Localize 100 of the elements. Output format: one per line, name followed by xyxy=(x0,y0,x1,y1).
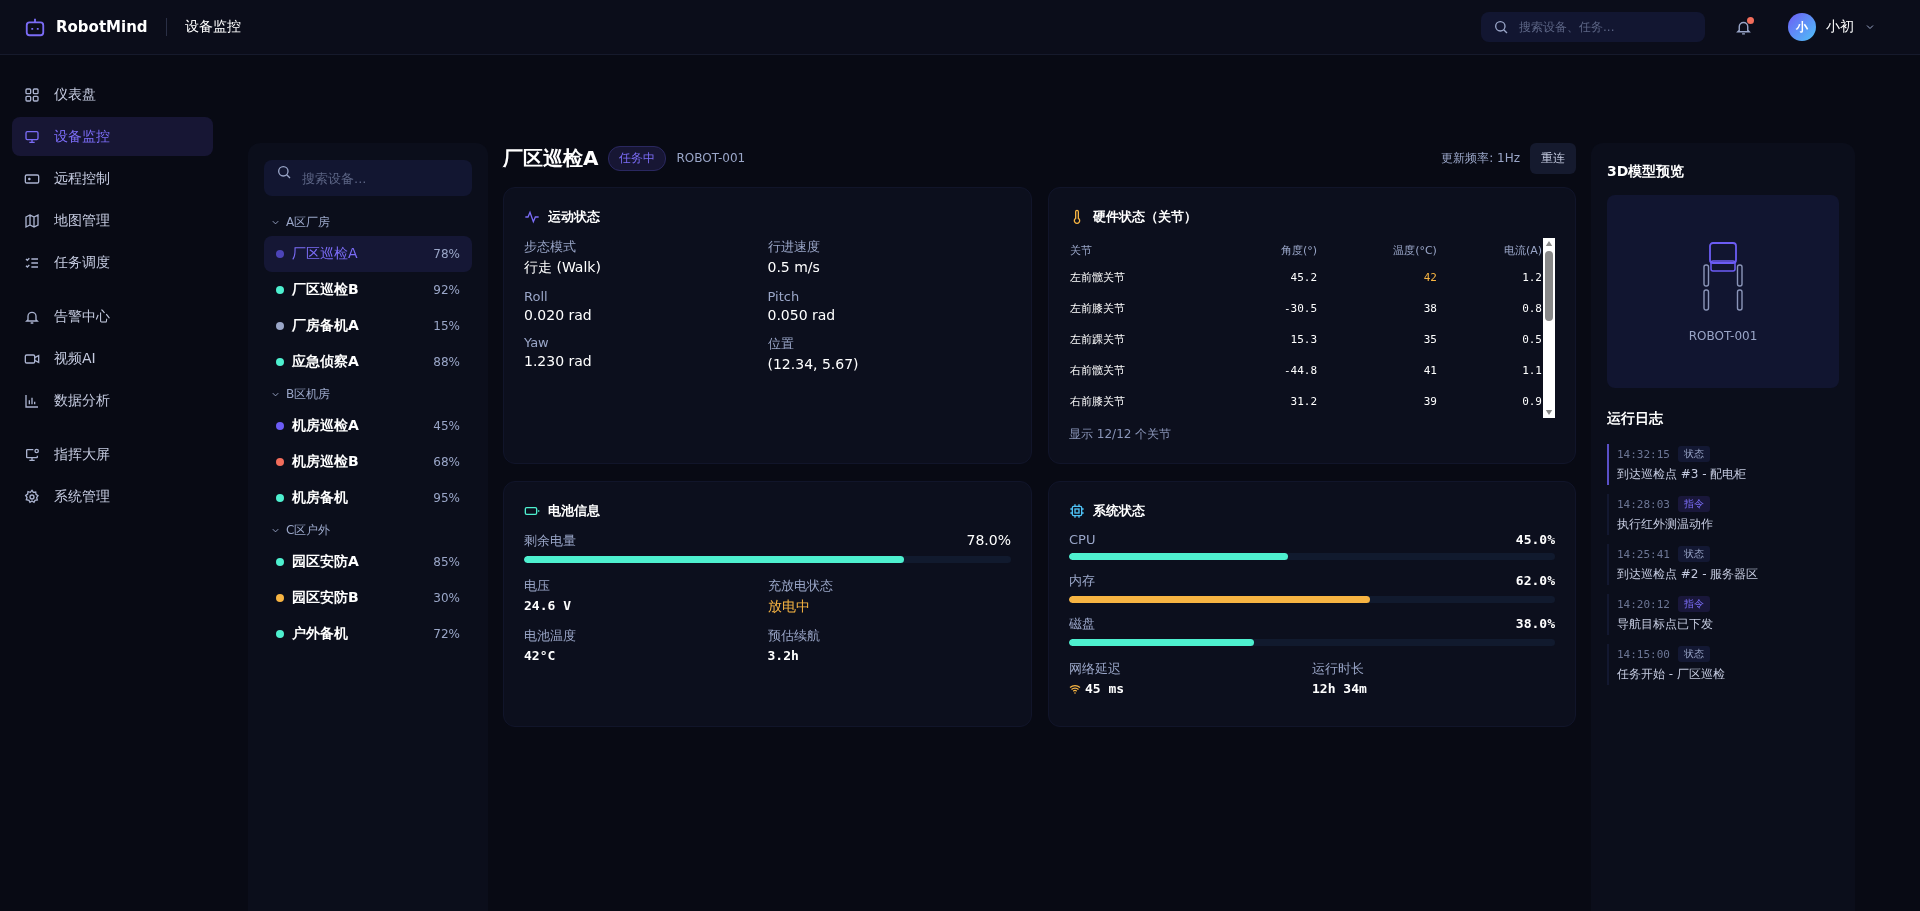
field-value: 3.2h xyxy=(767,648,800,663)
table-cell-text: 39 xyxy=(1422,394,1438,410)
device-name: 机房备机 xyxy=(292,489,349,507)
device-name: 园区安防B xyxy=(292,589,360,607)
scroll-down-icon[interactable] xyxy=(1545,409,1553,416)
device-item[interactable]: 机房巡检A 45% xyxy=(264,408,472,444)
nav-item[interactable]: 数据分析 xyxy=(12,381,213,420)
device-id: ROBOT-001 xyxy=(676,151,746,165)
meter-label: 剩余电量 xyxy=(524,532,576,550)
table-cell-text: 1.1 xyxy=(1521,363,1543,379)
card-title: 硬件状态（关节） xyxy=(1093,208,1197,226)
reconnect-button[interactable]: 重连 xyxy=(1530,142,1576,174)
battery-percent: 88% xyxy=(433,355,460,369)
log-text: 执行红外测温动作 xyxy=(1617,516,1714,533)
column-header: 角度(°) xyxy=(1279,242,1319,259)
search-field[interactable]: 搜索设备、任务... xyxy=(1481,12,1705,42)
robot-drawing xyxy=(1703,240,1743,311)
log-entry[interactable]: 14:15:00 状态 任务开始 - 厂区巡检 xyxy=(1607,644,1839,685)
card-title: 运动状态 xyxy=(548,208,600,226)
device-item[interactable]: 厂区巡检B 92% xyxy=(264,272,472,308)
user-name[interactable]: 小初 xyxy=(1826,18,1854,36)
scroll-up-icon[interactable] xyxy=(1545,240,1553,247)
nav-item[interactable]: 远程控制 xyxy=(12,159,213,198)
battery-percent: 30% xyxy=(433,591,460,605)
group-header[interactable]: C区户外 xyxy=(264,516,472,544)
field-value: 行走 (Walk) xyxy=(524,259,602,277)
nav-item[interactable]: 视频AI xyxy=(12,339,213,378)
monitor-icon xyxy=(24,128,40,145)
field-value: 0.5 m/s xyxy=(767,259,821,275)
robot-logo-icon xyxy=(24,16,46,38)
battery-percent: 85% xyxy=(433,555,460,569)
status-badge: 任务中 xyxy=(608,145,667,171)
log-text: 导航目标点已下发 xyxy=(1617,616,1714,633)
card-title: 电池信息 xyxy=(548,502,600,520)
search-icon xyxy=(1493,19,1509,35)
field-label: Roll xyxy=(524,289,549,304)
table-cell-text: 左前膝关节 xyxy=(1069,301,1126,317)
log-tag: 指令 xyxy=(1678,596,1710,612)
scrollbar[interactable] xyxy=(1543,238,1555,418)
meter-value: 62.0% xyxy=(1515,573,1555,588)
table-cell-text: 45.2 xyxy=(1289,270,1319,286)
log-entry[interactable]: 14:20:12 指令 导航目标点已下发 xyxy=(1607,594,1839,635)
nav-item[interactable]: 指挥大屏 xyxy=(12,435,213,474)
log-time: 14:20:12 xyxy=(1617,597,1670,611)
device-search-field[interactable]: 搜索设备... xyxy=(264,160,472,196)
battery-percent: 72% xyxy=(433,627,460,641)
log-text: 到达巡检点 #2 - 服务器区 xyxy=(1617,566,1760,583)
log-time: 14:15:00 xyxy=(1617,647,1670,661)
log-entry[interactable]: 14:32:15 状态 到达巡检点 #3 - 配电柜 xyxy=(1607,444,1839,485)
table-footer: 显示 12/12 个关节 xyxy=(1069,426,1555,443)
field-label: 预估续航 xyxy=(767,627,821,645)
meter-label: 磁盘 xyxy=(1069,615,1095,633)
device-item[interactable]: 机房备机 95% xyxy=(264,480,472,516)
screen-icon xyxy=(24,446,40,463)
section-title: 3D模型预览 xyxy=(1607,163,1686,181)
meter-value: 78.0% xyxy=(966,532,1011,548)
device-item[interactable]: 园区安防B 30% xyxy=(264,580,472,616)
pulse-icon xyxy=(524,209,540,225)
field-value: 0.020 rad xyxy=(524,307,593,323)
nav-item[interactable]: 系统管理 xyxy=(12,477,213,516)
search-icon xyxy=(276,164,292,180)
nav-item[interactable]: 告警中心 xyxy=(12,297,213,336)
field-label: 步态模式 xyxy=(524,238,577,256)
device-item[interactable]: 机房巡检B 68% xyxy=(264,444,472,480)
log-entry[interactable]: 14:25:41 状态 到达巡检点 #2 - 服务器区 xyxy=(1607,544,1839,585)
chip-icon xyxy=(1069,503,1085,519)
log-entry[interactable]: 14:28:03 指令 执行红外测温动作 xyxy=(1607,494,1839,535)
field-label: 网络延迟 xyxy=(1069,660,1122,678)
group-header[interactable]: B区机房 xyxy=(264,380,472,408)
page-title: 设备监控 xyxy=(184,18,241,36)
meter-value: 45.0% xyxy=(1515,532,1555,547)
field-label: 行进速度 xyxy=(767,238,821,256)
table-cell-text: 35 xyxy=(1422,332,1438,348)
device-title: 厂区巡检A xyxy=(503,144,599,172)
table-cell-text: -30.5 xyxy=(1282,301,1319,317)
device-item[interactable]: 应急侦察A 88% xyxy=(264,344,472,380)
group-header[interactable]: A区厂房 xyxy=(264,208,472,236)
device-name: 机房巡检A xyxy=(292,417,360,435)
nav-item[interactable]: 设备监控 xyxy=(12,117,213,156)
chart-icon xyxy=(24,392,40,409)
table-cell-text: 左前踝关节 xyxy=(1069,332,1126,348)
battery-percent: 78% xyxy=(433,247,460,261)
log-tag: 指令 xyxy=(1678,496,1710,512)
nav-item[interactable]: 地图管理 xyxy=(12,201,213,240)
nav-item[interactable]: 任务调度 xyxy=(12,243,213,282)
table-cell-text: 1.2 xyxy=(1521,270,1543,286)
table-cell-text: 0.5 xyxy=(1521,332,1543,348)
device-item[interactable]: 户外备机 72% xyxy=(264,616,472,652)
meter-label: 内存 xyxy=(1069,572,1095,590)
device-item[interactable]: 厂区巡检A 78% xyxy=(264,236,472,272)
device-item[interactable]: 厂房备机A 15% xyxy=(264,308,472,344)
table-cell-text: 15.3 xyxy=(1289,332,1319,348)
device-name: 机房巡检B xyxy=(292,453,360,471)
log-time: 14:32:15 xyxy=(1617,447,1670,461)
section-title: 运行日志 xyxy=(1607,410,1664,428)
nav-item[interactable]: 仪表盘 xyxy=(12,75,213,114)
log-text: 任务开始 - 厂区巡检 xyxy=(1617,666,1726,683)
field-label: 电压 xyxy=(524,577,551,595)
device-name: 厂区巡检A xyxy=(292,245,359,263)
device-item[interactable]: 园区安防A 85% xyxy=(264,544,472,580)
